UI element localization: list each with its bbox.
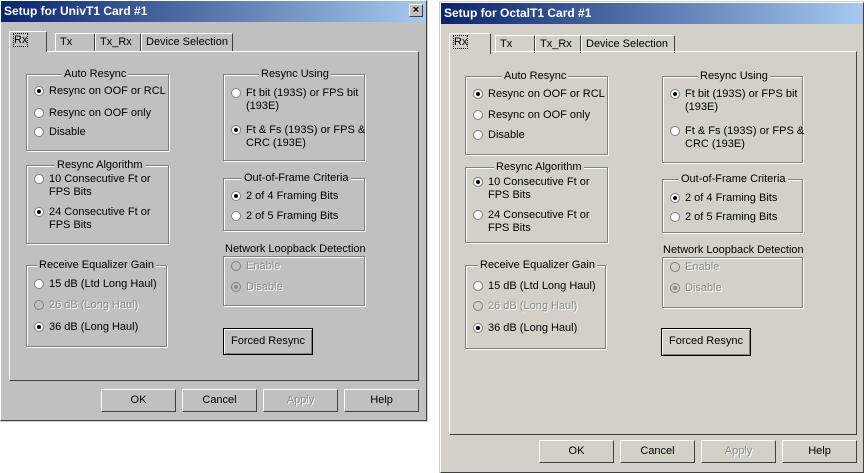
window-title: Setup for OctalT1 Card #1 (444, 6, 592, 20)
univt1-setup-dialog: Setup for UnivT1 Card #1 × Rx Tx Tx_Rx D… (0, 0, 428, 422)
radio-icon (34, 279, 44, 289)
radio-selected-icon (34, 86, 44, 96)
tab-rx[interactable]: Rx (9, 31, 47, 52)
radio-icon (231, 88, 241, 98)
resync-algorithm-caption: Resync Algorithm (55, 158, 145, 172)
radio-selected-icon (34, 207, 44, 217)
radio-icon (231, 261, 241, 271)
resync-using-caption: Resync Using (698, 69, 770, 83)
oof-criteria-caption: Out-of-Frame Criteria (242, 171, 351, 185)
close-icon: × (412, 4, 420, 16)
radio-icon (670, 262, 680, 272)
octalt1-setup-dialog: Setup for OctalT1 Card #1 Rx Tx Tx_Rx De… (439, 1, 864, 473)
apply-button: Apply (701, 440, 776, 463)
tab-rx[interactable]: Rx (449, 33, 491, 54)
radio-icon (34, 108, 44, 118)
window-title: Setup for UnivT1 Card #1 (4, 4, 148, 18)
radio-icon (473, 301, 483, 311)
radio-selected-icon (34, 322, 44, 332)
radio-icon (231, 211, 241, 221)
loopback-caption: Network Loopback Detection (663, 244, 804, 256)
oof-criteria-group: Out-of-Frame Criteria (662, 172, 803, 233)
radio-icon (670, 126, 680, 136)
loopback-group (662, 257, 803, 308)
resync-algorithm-caption: Resync Algorithm (494, 160, 584, 174)
radio-icon (670, 212, 680, 222)
tab-tx[interactable]: Tx (55, 33, 95, 51)
radio-selected-icon (670, 89, 680, 99)
loopback-caption: Network Loopback Detection (225, 243, 366, 255)
help-button[interactable]: Help (782, 440, 857, 463)
cancel-button[interactable]: Cancel (620, 440, 695, 463)
cancel-button[interactable]: Cancel (182, 389, 257, 412)
radio-icon (473, 281, 483, 291)
radio-icon (473, 110, 483, 120)
radio-selected-icon (231, 125, 241, 135)
ok-button[interactable]: OK (101, 389, 176, 412)
radio-selected-icon (670, 283, 680, 293)
forced-resync-button[interactable]: Forced Resync (661, 328, 751, 356)
forced-resync-button[interactable]: Forced Resync (223, 328, 313, 355)
auto-resync-caption: Auto Resync (502, 69, 569, 83)
radio-icon (473, 130, 483, 140)
oof-criteria-group: Out-of-Frame Criteria (223, 171, 365, 231)
apply-button: Apply (263, 389, 338, 412)
radio-selected-icon (231, 191, 241, 201)
receive-equalizer-gain-caption: Receive Equalizer Gain (478, 258, 597, 272)
auto-resync-caption: Auto Resync (62, 67, 129, 81)
radio-selected-icon (231, 282, 241, 292)
radio-icon (34, 300, 44, 310)
radio-selected-icon (473, 323, 483, 333)
tab-device-selection[interactable]: Device Selection (141, 33, 233, 51)
receive-equalizer-gain-caption: Receive Equalizer Gain (37, 258, 156, 272)
resync-using-caption: Resync Using (259, 67, 331, 81)
loopback-group (223, 256, 365, 306)
title-bar[interactable]: Setup for OctalT1 Card #1 (441, 3, 863, 24)
radio-icon (34, 174, 44, 184)
ok-button[interactable]: OK (539, 440, 614, 463)
title-bar[interactable]: Setup for UnivT1 Card #1 × (1, 1, 426, 22)
radio-selected-icon (670, 193, 680, 203)
help-button[interactable]: Help (344, 389, 419, 412)
radio-icon (34, 127, 44, 137)
radio-selected-icon (473, 177, 483, 187)
radio-selected-icon (473, 89, 483, 99)
tab-tx-rx[interactable]: Tx_Rx (95, 33, 141, 51)
radio-icon (473, 210, 483, 220)
close-button[interactable]: × (409, 4, 423, 17)
oof-criteria-caption: Out-of-Frame Criteria (679, 172, 788, 186)
